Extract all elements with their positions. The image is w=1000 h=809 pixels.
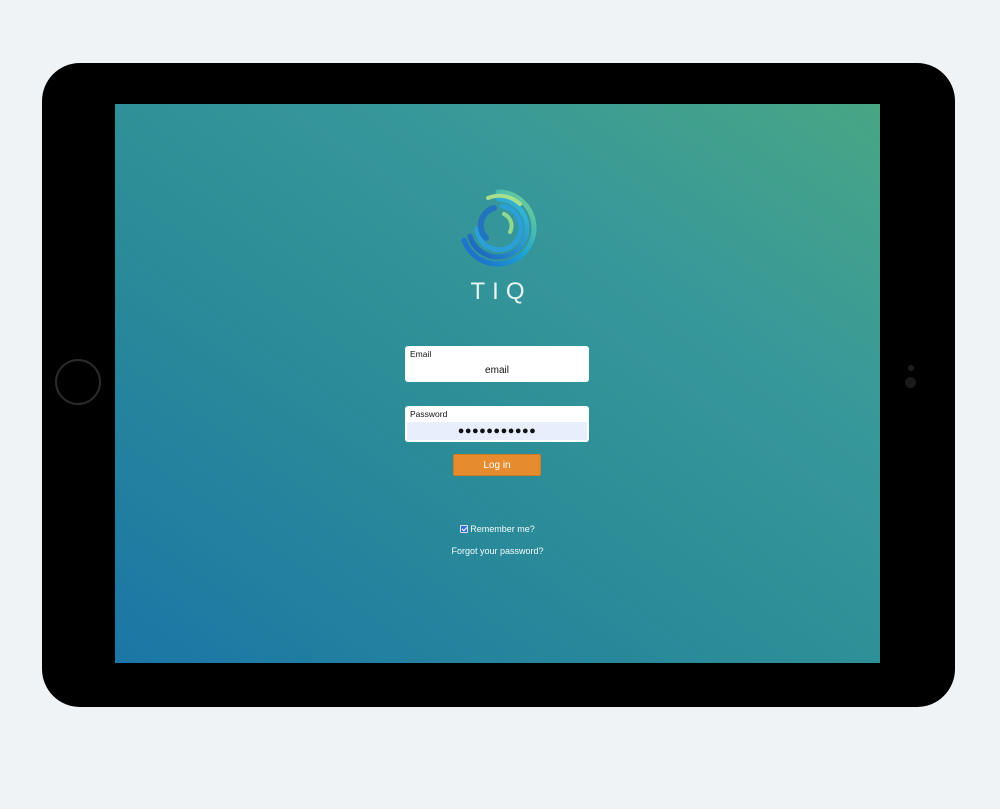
brand-name: TIQ — [470, 278, 532, 305]
home-button[interactable] — [55, 359, 101, 405]
tablet-frame: TIQ Email email Password ●●●●●●●●●●● Log… — [42, 63, 955, 707]
tiq-logo-icon — [461, 189, 537, 267]
checkbox-checked-icon[interactable] — [460, 525, 469, 533]
sensor-icon — [908, 365, 914, 371]
email-input[interactable]: email — [407, 362, 587, 380]
login-screen: TIQ Email email Password ●●●●●●●●●●● Log… — [115, 104, 880, 663]
password-input[interactable]: ●●●●●●●●●●● — [407, 422, 587, 440]
password-label: Password — [410, 409, 448, 419]
camera-icon — [905, 377, 916, 388]
login-button[interactable]: Log in — [453, 454, 541, 476]
password-field[interactable]: Password ●●●●●●●●●●● — [405, 406, 589, 442]
email-field[interactable]: Email email — [405, 346, 589, 382]
remember-me-label[interactable]: Remember me? — [470, 524, 535, 534]
email-label: Email — [410, 349, 432, 359]
remember-me-row[interactable]: Remember me? — [115, 524, 880, 534]
forgot-password-link[interactable]: Forgot your password? — [115, 546, 880, 556]
